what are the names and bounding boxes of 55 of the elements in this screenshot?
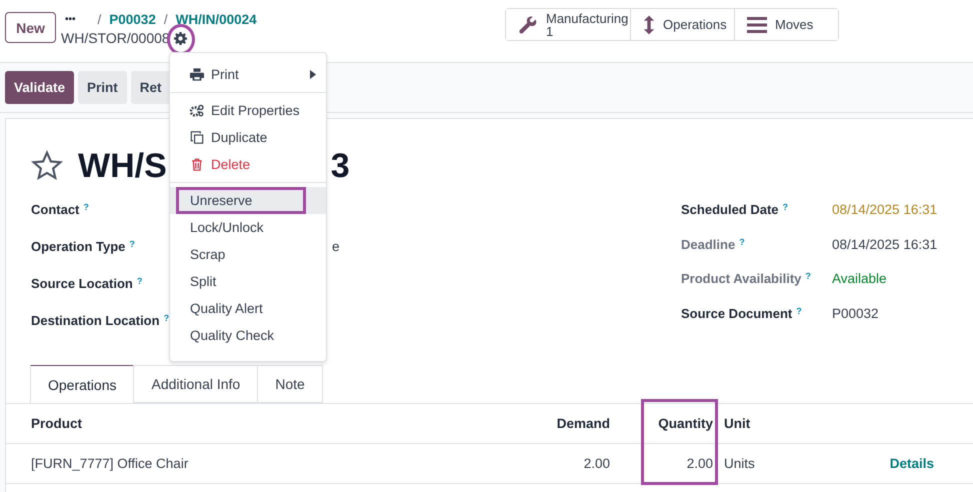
tab[interactable]: Additional Info bbox=[133, 365, 258, 403]
field-value[interactable]: Available bbox=[832, 271, 887, 286]
validate-button[interactable]: Validate bbox=[5, 71, 74, 104]
table-cell-text: [FURN_7777] Office Chair bbox=[31, 456, 190, 471]
menu-item[interactable]: Quality Alert bbox=[170, 295, 326, 322]
table-cell-text: 2.00 bbox=[686, 456, 713, 471]
action-button[interactable]: Ret bbox=[130, 71, 171, 104]
breadcrumb-separator: / bbox=[164, 12, 168, 26]
field-label: Operation Type $^{?}$ bbox=[31, 239, 135, 254]
action-button[interactable]: Print bbox=[78, 71, 127, 104]
tab[interactable]: Operations bbox=[30, 365, 134, 403]
field-value[interactable]: e bbox=[332, 239, 340, 254]
field-label: Destination Location $^{?}$ bbox=[31, 313, 170, 328]
menu-item[interactable]: Edit Properties bbox=[170, 97, 326, 124]
more-breadcrumbs[interactable]: ••• bbox=[65, 14, 76, 24]
star-icon[interactable] bbox=[31, 150, 63, 182]
printer-icon bbox=[190, 68, 204, 81]
trash-icon bbox=[190, 158, 204, 171]
smart-button[interactable]: Manufacturing 1 bbox=[506, 9, 631, 40]
breadcrumb-link[interactable]: WH/IN/00024 bbox=[176, 12, 257, 26]
record-title: WH/S bbox=[78, 146, 167, 186]
menu-item[interactable]: Duplicate bbox=[170, 124, 326, 151]
column-header: Quantity bbox=[657, 416, 713, 431]
menu-icon bbox=[747, 14, 767, 34]
column-header: Unit bbox=[723, 416, 752, 431]
wrench-icon bbox=[518, 14, 538, 34]
copy-icon bbox=[190, 131, 204, 144]
column-header: Product bbox=[31, 416, 84, 431]
breadcrumb-link[interactable]: P00032 bbox=[109, 12, 156, 26]
caret-icon bbox=[310, 70, 316, 79]
record-title: 3 bbox=[330, 146, 350, 186]
details-link[interactable]: Details bbox=[815, 456, 934, 471]
menu-item[interactable]: Unreserve bbox=[170, 187, 326, 214]
up-down-arrow-icon bbox=[643, 14, 655, 34]
tab[interactable]: Note bbox=[257, 365, 323, 403]
menu-item[interactable]: Lock/Unlock bbox=[170, 214, 326, 241]
menu-item[interactable]: Split bbox=[170, 268, 326, 295]
field-label: Source Document $^{?}$ bbox=[681, 306, 802, 320]
field-label: Product Availability $^{?}$ bbox=[681, 271, 811, 286]
field-label: Deadline $^{?}$ bbox=[681, 236, 745, 252]
menu-item[interactable]: Scrap bbox=[170, 241, 326, 268]
gear-icon[interactable] bbox=[174, 32, 187, 44]
table-cell-text: 2.00 bbox=[582, 456, 610, 471]
field-label: Contact $^{?}$ bbox=[31, 202, 89, 217]
menu-item[interactable]: Print bbox=[170, 61, 326, 88]
field-value[interactable]: P00032 bbox=[832, 306, 879, 320]
field-value[interactable]: 08/14/2025 16:31 bbox=[832, 236, 938, 252]
menu-item[interactable]: Quality Check bbox=[170, 322, 326, 349]
menu-item[interactable]: Delete bbox=[170, 151, 326, 178]
field-label: Scheduled Date $^{?}$ bbox=[681, 202, 788, 217]
new-button[interactable]: New bbox=[5, 12, 56, 43]
field-label: Source Location $^{?}$ bbox=[31, 276, 142, 291]
column-header: Demand bbox=[556, 416, 610, 431]
table-cell-text: Units bbox=[723, 456, 756, 471]
breadcrumb-separator: / bbox=[98, 12, 102, 26]
